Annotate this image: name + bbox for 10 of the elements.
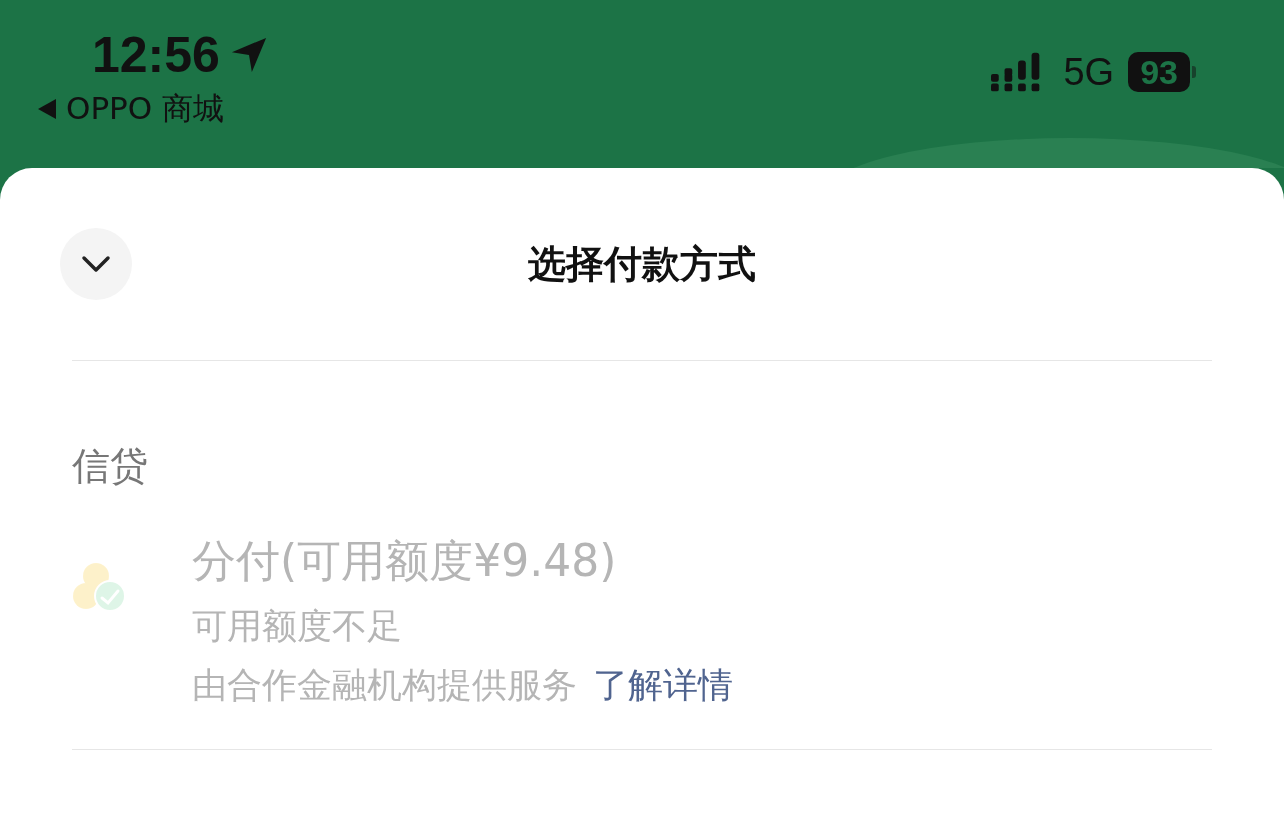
sheet-title: 选择付款方式 bbox=[528, 240, 756, 288]
section-label: 信贷 bbox=[72, 443, 149, 490]
battery-level: 93 bbox=[1128, 52, 1190, 92]
chevron-down-icon bbox=[81, 254, 111, 274]
option-note: 可用额度不足 bbox=[192, 605, 403, 648]
back-to-app-link[interactable]: OPPO 商城 bbox=[66, 88, 225, 130]
clock-time: 12:56 bbox=[92, 26, 220, 84]
provider-note: 由合作金融机构提供服务 bbox=[192, 665, 577, 705]
network-type: 5G bbox=[1063, 50, 1115, 94]
back-triangle-icon bbox=[38, 99, 56, 119]
